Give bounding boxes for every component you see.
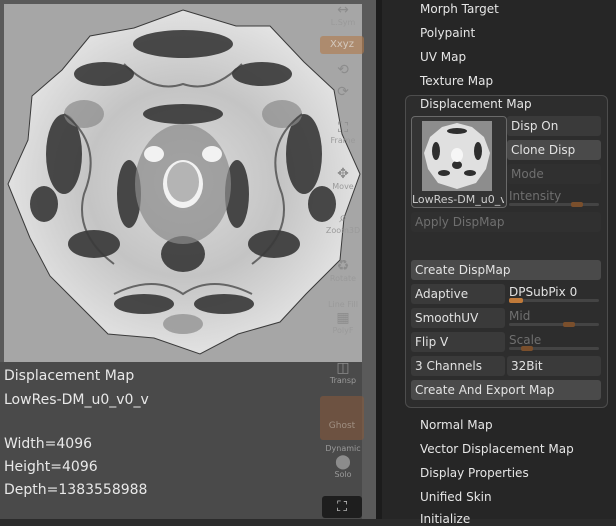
- info-overlay: Displacement Map LowRes-DM_u0_v0_v Width…: [0, 362, 362, 519]
- scale-label: Scale: [509, 333, 542, 347]
- displacement-map-image: [7, 9, 361, 355]
- zoom-icon: ⌕: [339, 210, 347, 226]
- intensity-slider[interactable]: Intensity: [507, 188, 601, 208]
- menu-texture-map[interactable]: Texture Map: [420, 74, 493, 88]
- intensity-label: Intensity: [509, 189, 562, 203]
- rotate-icon: ⟲: [337, 62, 349, 78]
- 32bit-button[interactable]: 32Bit: [507, 356, 601, 376]
- mid-knob[interactable]: [563, 322, 575, 327]
- dpsubpix-slider[interactable]: DPSubPix 0: [507, 284, 601, 304]
- transp-button[interactable]: ◫ Transp: [322, 360, 364, 386]
- menu-polypaint[interactable]: Polypaint: [420, 26, 475, 40]
- zoom3d-button[interactable]: ⌕ Zoom3D: [322, 210, 364, 236]
- dispmap-thumbnail: [422, 121, 492, 191]
- rotate-y-button[interactable]: ⟳: [322, 84, 364, 100]
- dpsubpix-label: DPSubPix: [509, 285, 566, 299]
- scale-slider[interactable]: Scale: [507, 332, 601, 352]
- right-shelf: ↔ L.Sym Xxyz ⟲ ⟳ ⛶ Frame ✥ Move ⌕ Zoom3D…: [318, 0, 368, 519]
- mid-track: [509, 323, 599, 326]
- menu-vector-displacement-map[interactable]: Vector Displacement Map: [420, 442, 574, 456]
- palette-scroll-gutter[interactable]: [376, 0, 382, 519]
- apply-dispmap-button[interactable]: Apply DispMap: [411, 212, 601, 232]
- info-height: Height=4096: [4, 459, 98, 475]
- three-channels-button[interactable]: 3 Channels: [411, 356, 505, 376]
- frame-corners-icon[interactable]: ⛶: [322, 496, 362, 518]
- rotate-y-icon: ⟳: [337, 84, 349, 100]
- solo-icon: ⬤: [335, 454, 351, 470]
- create-and-export-map-button[interactable]: Create And Export Map: [411, 380, 601, 400]
- menu-morph-target[interactable]: Morph Target: [420, 2, 499, 16]
- arrows-icon: ↔: [337, 2, 349, 18]
- dpsubpix-knob[interactable]: [509, 298, 523, 303]
- lsym-button[interactable]: ↔ L.Sym: [322, 2, 364, 28]
- dpsubpix-value: 0: [569, 285, 578, 299]
- move-icon: ✥: [337, 166, 349, 182]
- mid-slider[interactable]: Mid: [507, 308, 601, 328]
- ghost-button[interactable]: Ghost: [320, 396, 364, 440]
- frame-icon: ⛶: [338, 120, 348, 136]
- menu-normal-map[interactable]: Normal Map: [420, 418, 493, 432]
- menu-display-properties[interactable]: Display Properties: [420, 466, 529, 480]
- transparency-icon: ◫: [336, 360, 350, 376]
- menu-unified-skin[interactable]: Unified Skin: [420, 490, 492, 504]
- intensity-track: [509, 203, 599, 206]
- clone-disp-button[interactable]: Clone Disp: [507, 140, 601, 160]
- info-map-title: Displacement Map: [4, 368, 135, 384]
- rotate-button[interactable]: ♻ Rotate: [322, 258, 364, 284]
- rotate-figure-icon: ♻: [336, 258, 350, 274]
- xyz-symmetry-button[interactable]: Xxyz: [320, 36, 364, 54]
- create-dispmap-button[interactable]: Create DispMap: [411, 260, 601, 280]
- flip-v-button[interactable]: Flip V: [411, 332, 505, 352]
- intensity-knob[interactable]: [571, 202, 583, 207]
- info-file-name: LowRes-DM_u0_v0_v: [4, 392, 149, 408]
- scale-knob[interactable]: [521, 346, 533, 351]
- displacement-map-title[interactable]: Displacement Map: [420, 97, 532, 111]
- menu-uv-map[interactable]: UV Map: [420, 50, 466, 64]
- dispmap-thumbnail-label: LowRes-DM_u0_v0_v: [412, 193, 504, 206]
- displacement-map-preview: [4, 4, 362, 362]
- mode-button[interactable]: Mode: [507, 164, 601, 184]
- info-width: Width=4096: [4, 436, 93, 452]
- frame-button[interactable]: ⛶ Frame: [322, 120, 364, 146]
- dispmap-thumbnail-image: [424, 123, 490, 189]
- disp-on-button[interactable]: Disp On: [507, 116, 601, 136]
- move-button[interactable]: ✥ Move: [322, 166, 364, 192]
- info-depth: Depth=1383558988: [4, 482, 148, 498]
- rotate-local-button[interactable]: ⟲: [322, 62, 364, 78]
- grid-icon: ▦: [336, 310, 350, 326]
- mid-label: Mid: [509, 309, 531, 323]
- adaptive-button[interactable]: Adaptive: [411, 284, 505, 304]
- smoothuv-button[interactable]: SmoothUV: [411, 308, 505, 328]
- solo-button[interactable]: Dynamic ⬤ Solo: [322, 444, 364, 480]
- menu-initialize[interactable]: Initialize: [420, 512, 470, 526]
- polyf-button[interactable]: Line Fill ▦ PolyF: [322, 300, 364, 336]
